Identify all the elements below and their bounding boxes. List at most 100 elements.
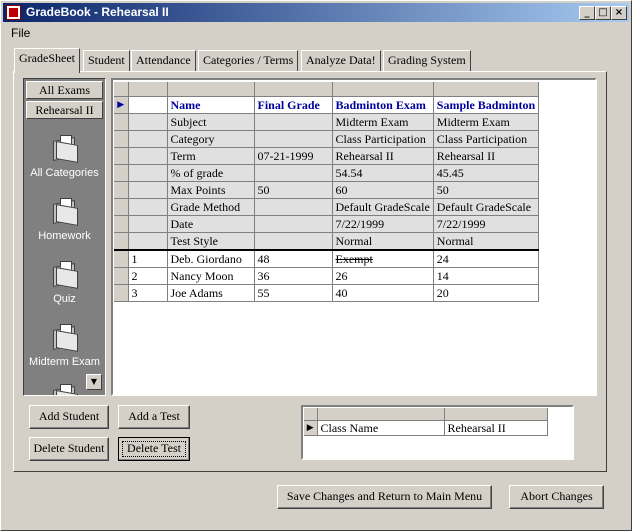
meta-label: % of grade [167, 164, 255, 182]
category-label: Quiz [53, 293, 76, 305]
meta-row: Max Points 50 60 50 [114, 181, 540, 199]
final-grade-cell[interactable]: 55 [254, 284, 333, 302]
tab-gradesheet[interactable]: GradeSheet [14, 48, 80, 73]
category-midterm-exam[interactable]: Midterm Exam [24, 322, 105, 368]
grid-cell[interactable] [254, 232, 333, 251]
app-icon[interactable] [6, 5, 21, 20]
category-homework[interactable]: Homework [24, 196, 105, 242]
category-quiz[interactable]: Quiz [24, 259, 105, 305]
student-row[interactable]: 1 Deb. Giordano 48 Exempt 24 [114, 249, 540, 268]
tab-student[interactable]: Student [83, 50, 130, 71]
grid-cell[interactable]: 54.54 [332, 164, 434, 182]
abort-changes-button[interactable]: Abort Changes [509, 485, 604, 509]
tab-analyze-data[interactable]: Analyze Data! [301, 50, 381, 71]
tab-grading-system[interactable]: Grading System [383, 50, 471, 71]
header-cell[interactable]: Sample Badminton [433, 96, 540, 114]
meta-label: Category [167, 130, 255, 148]
meta-row: Subject Midterm Exam Midterm Exam [114, 113, 540, 131]
final-grade-cell[interactable]: 48 [254, 249, 333, 268]
grid-cell[interactable]: 50 [433, 181, 540, 199]
student-row[interactable]: 3 Joe Adams 55 40 20 [114, 284, 540, 302]
grid-cell[interactable]: Normal [332, 232, 434, 251]
menu-file[interactable]: File [11, 26, 30, 40]
class-name-value[interactable]: Rehearsal II [444, 420, 548, 436]
student-name[interactable]: Nancy Moon [167, 267, 255, 285]
score-cell[interactable]: 14 [433, 267, 540, 285]
tab-categories-terms[interactable]: Categories / Terms [198, 50, 299, 71]
meta-label: Subject [167, 113, 255, 131]
maximize-button[interactable]: □ [595, 6, 611, 20]
grid-cell[interactable]: 60 [332, 181, 434, 199]
grid-cell[interactable] [254, 198, 333, 216]
delete-student-button[interactable]: Delete Student [29, 437, 109, 461]
tab-attendance[interactable]: Attendance [131, 50, 196, 71]
score-cell[interactable]: Exempt [332, 249, 434, 268]
grid-cell[interactable]: Rehearsal II [433, 147, 540, 165]
grid-cell[interactable] [254, 215, 333, 233]
student-number: 2 [128, 267, 168, 285]
folder-icon [50, 382, 80, 395]
menu-bar: File [3, 24, 629, 42]
student-number: 1 [128, 249, 168, 268]
current-exam-button[interactable]: Rehearsal II [26, 101, 103, 119]
grid-cell[interactable]: 50 [254, 181, 333, 199]
grid-cell[interactable]: Class Participation [433, 130, 540, 148]
all-exams-button[interactable]: All Exams [26, 81, 103, 99]
meta-row: % of grade 54.54 45.45 [114, 164, 540, 182]
grid-name-row: ▶ Name Final Grade Badminton Exam Sample… [114, 96, 540, 114]
grid-cell[interactable]: Rehearsal II [332, 147, 434, 165]
delete-test-button[interactable]: Delete Test [118, 437, 190, 461]
grid-cell[interactable]: Normal [433, 232, 540, 251]
grid-cell[interactable]: 45.45 [433, 164, 540, 182]
grid-cell[interactable]: 7/22/1999 [433, 215, 540, 233]
grid-cell[interactable]: Midterm Exam [332, 113, 434, 131]
category-all[interactable]: All Categories [24, 133, 105, 179]
header-cell[interactable]: Final Grade [254, 96, 333, 114]
grid-cell[interactable]: Class Participation [332, 130, 434, 148]
grid-cell[interactable]: Midterm Exam [433, 113, 540, 131]
class-info-row[interactable]: ▶ Class Name Rehearsal II [304, 420, 548, 436]
student-number: 3 [128, 284, 168, 302]
grid-cell[interactable]: 7/22/1999 [332, 215, 434, 233]
title-bar[interactable]: GradeBook - Rehearsal II _ □ × [3, 3, 629, 22]
student-row[interactable]: 2 Nancy Moon 36 26 14 [114, 267, 540, 285]
category-sidebar: All Exams Rehearsal II All Categories Ho… [23, 78, 106, 396]
folder-icon [50, 322, 80, 352]
row-pointer-icon: ▶ [304, 420, 318, 436]
class-name-label: Class Name [317, 420, 445, 436]
score-cell[interactable]: 26 [332, 267, 434, 285]
minimize-button[interactable]: _ [579, 6, 595, 20]
meta-label: Date [167, 215, 255, 233]
meta-label: Test Style [167, 232, 255, 251]
close-button[interactable]: × [611, 6, 627, 20]
score-cell[interactable]: 24 [433, 249, 540, 268]
grid-cell[interactable] [254, 130, 333, 148]
grid-cell[interactable]: 07-21-1999 [254, 147, 333, 165]
grid-cell[interactable]: Default GradeScale [332, 198, 434, 216]
grid-cell[interactable] [254, 113, 333, 131]
meta-label: Max Points [167, 181, 255, 199]
grid-cell[interactable] [254, 164, 333, 182]
score-cell[interactable]: 20 [433, 284, 540, 302]
row-pointer-icon: ▶ [114, 96, 129, 114]
add-student-button[interactable]: Add Student [29, 405, 109, 429]
save-return-button[interactable]: Save Changes and Return to Main Menu [277, 485, 492, 509]
meta-row: Term 07-21-1999 Rehearsal II Rehearsal II [114, 147, 540, 165]
window-title: GradeBook - Rehearsal II [26, 5, 169, 19]
meta-row: Test Style Normal Normal [114, 232, 540, 251]
final-grade-cell[interactable]: 36 [254, 267, 333, 285]
student-name[interactable]: Joe Adams [167, 284, 255, 302]
header-cell[interactable]: Badminton Exam [332, 96, 434, 114]
meta-row: Date 7/22/1999 7/22/1999 [114, 215, 540, 233]
meta-row: Category Class Participation Class Partici… [114, 130, 540, 148]
grid-header-row [114, 82, 540, 97]
gradesheet-grid: ▶ Name Final Grade Badminton Exam Sample… [111, 78, 597, 396]
scroll-down-button[interactable]: ▼ [86, 374, 102, 390]
header-cell[interactable]: Name [167, 96, 255, 114]
meta-label: Term [167, 147, 255, 165]
score-cell[interactable]: 40 [332, 284, 434, 302]
add-test-button[interactable]: Add a Test [118, 405, 190, 429]
grid-cell[interactable]: Default GradeScale [433, 198, 540, 216]
folder-icon [50, 196, 80, 226]
student-name[interactable]: Deb. Giordano [167, 249, 255, 268]
